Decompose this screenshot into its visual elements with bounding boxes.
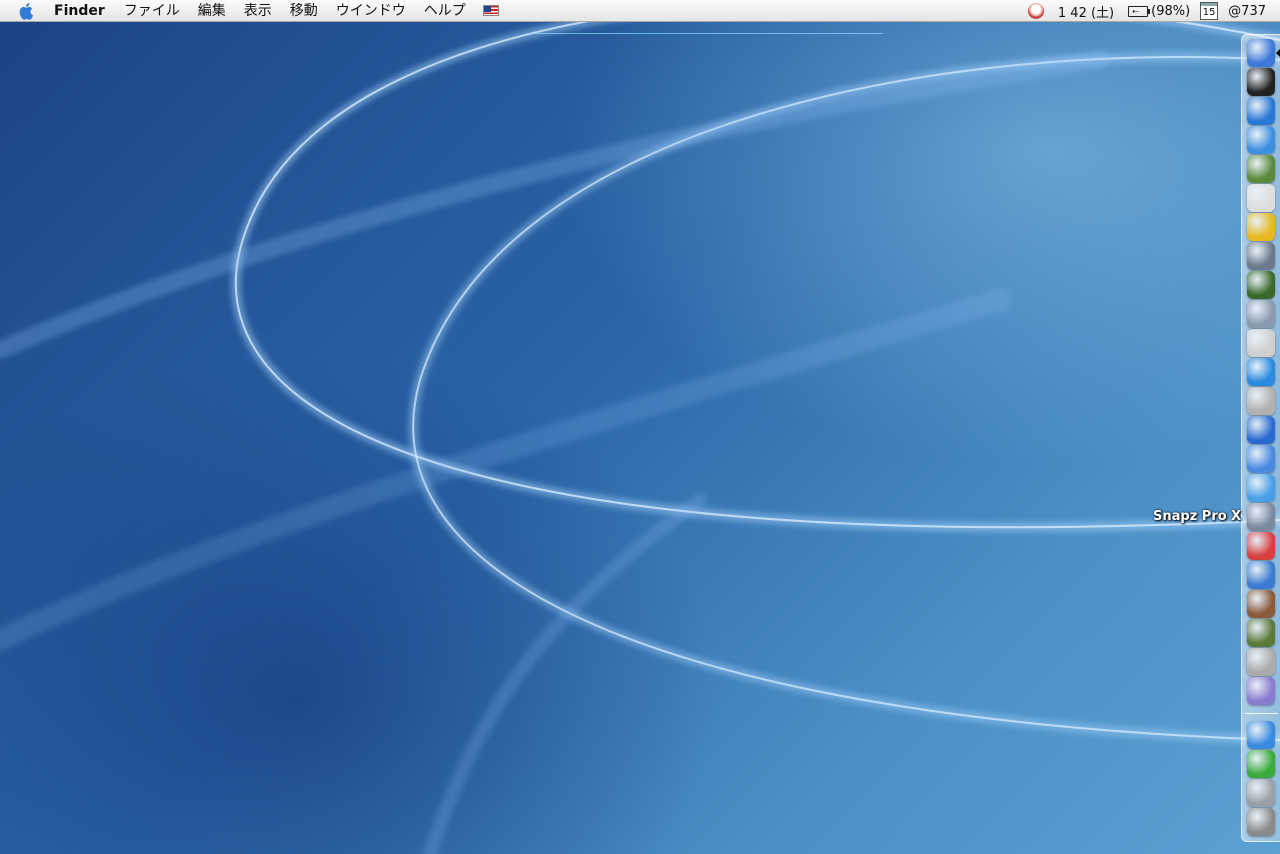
calendar-icon: 15 (1200, 2, 1219, 20)
battery-status[interactable]: ⇠ (98%) (1128, 4, 1190, 19)
wallpaper-arcs (0, 0, 1280, 854)
dock-image-capture-icon[interactable] (1247, 242, 1275, 270)
dock-separator (1245, 713, 1278, 714)
dock-itunes-icon[interactable] (1247, 677, 1275, 705)
dock-snapz-pro-x-icon[interactable] (1247, 503, 1275, 531)
battery-icon: ⇠ (1128, 5, 1151, 17)
apple-menu-icon[interactable] (16, 0, 38, 22)
dock-system-info-icon[interactable] (1247, 416, 1275, 444)
dock-printer-setup-icon[interactable] (1247, 329, 1275, 357)
menu-clock[interactable]: 1 42 (土) (1058, 2, 1114, 21)
menu-user-name[interactable]: @737 (1228, 4, 1266, 19)
menu-file[interactable]: ファイル (115, 0, 189, 22)
dock-ical-icon[interactable] (1247, 532, 1275, 560)
running-indicator-icon (1276, 49, 1280, 57)
dock-tools-icon[interactable] (1247, 590, 1275, 618)
dock-sunflower-icon[interactable] (1247, 213, 1275, 241)
dock-music-app-icon[interactable] (1247, 750, 1275, 778)
dock (1241, 34, 1280, 842)
dock-tooltip: Snapz Pro X (1153, 509, 1242, 524)
menu-highlight-line (527, 33, 883, 34)
battery-percent: (98%) (1151, 3, 1191, 19)
dock-fb-app-icon[interactable] (1247, 271, 1275, 299)
dock-sync-icon[interactable] (1247, 561, 1275, 589)
dock-stuffit-icon[interactable] (1247, 619, 1275, 647)
calendar-status[interactable]: 15 (1200, 2, 1219, 20)
dock-terminal-icon[interactable] (1247, 68, 1275, 96)
dock-internet-explorer-icon[interactable] (1247, 97, 1275, 125)
menu-edit[interactable]: 編集 (189, 0, 235, 22)
dock-finder-icon[interactable] (1247, 39, 1275, 67)
menu-finder[interactable]: Finder (54, 0, 115, 22)
dock-applications-folder-icon[interactable] (1247, 779, 1275, 807)
dock-preview-icon[interactable] (1247, 155, 1275, 183)
dock-safari-icon[interactable] (1247, 126, 1275, 154)
dock-airport-icon[interactable] (1247, 445, 1275, 473)
us-flag-icon[interactable] (482, 5, 499, 16)
dock-trash-icon[interactable] (1247, 808, 1275, 836)
menu-bar: Finder ファイル 編集 表示 移動 ウインドウ ヘルプ 1 42 (土) … (0, 0, 1280, 22)
dock-dvd-player-icon[interactable] (1247, 387, 1275, 415)
dock-mi-editor-icon[interactable] (1247, 184, 1275, 212)
dock-package-builder-icon[interactable] (1247, 300, 1275, 328)
menu-help[interactable]: ヘルプ (415, 0, 475, 22)
dock-apple-hardware-icon[interactable] (1247, 648, 1275, 676)
dock-ichat-icon[interactable] (1247, 474, 1275, 502)
desktop-wallpaper (0, 0, 1280, 854)
menu-view[interactable]: 表示 (235, 0, 281, 22)
user-status-icon[interactable] (1027, 3, 1044, 19)
dock-quicktime-icon[interactable] (1247, 358, 1275, 386)
menu-go[interactable]: 移動 (281, 0, 327, 22)
dock-network-globe-icon[interactable] (1247, 721, 1275, 749)
menu-window[interactable]: ウインドウ (327, 0, 415, 22)
